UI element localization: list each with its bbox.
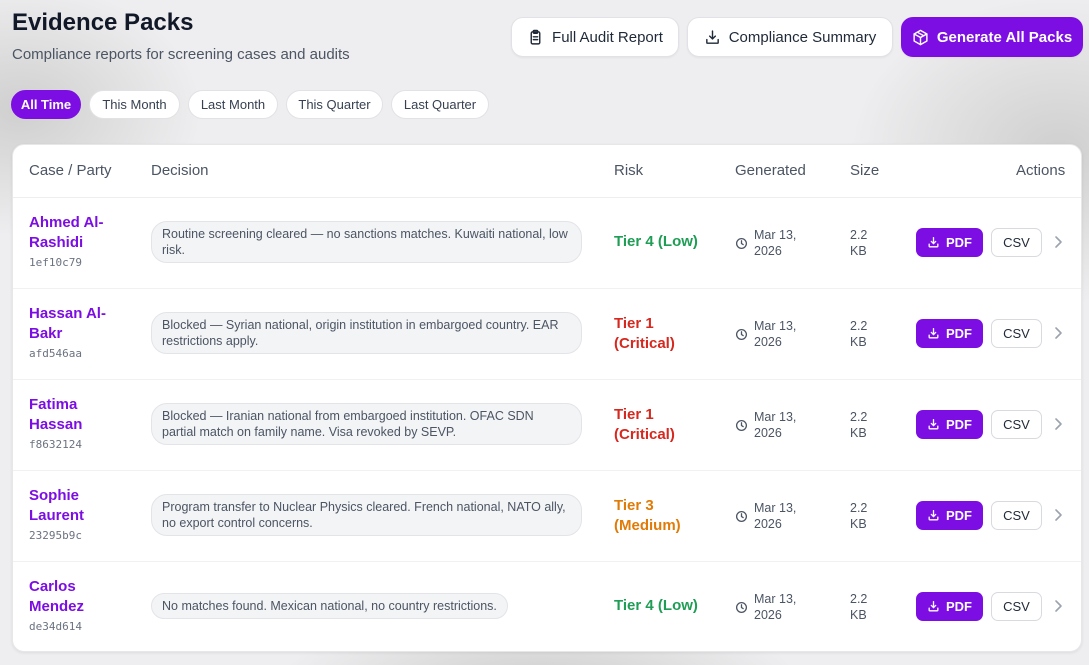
table-row[interactable]: Carlos Mendez de34d614 No matches found. … — [13, 561, 1081, 651]
party-cell: Sophie Laurent 23295b9c — [29, 486, 119, 542]
page-title: Evidence Packs — [12, 9, 194, 36]
package-icon — [913, 29, 928, 45]
risk-badge: Tier 1 (Critical) — [614, 315, 675, 352]
pdf-download-button[interactable]: PDF — [916, 228, 983, 257]
pdf-download-button[interactable]: PDF — [916, 501, 983, 530]
column-header-generated: Generated — [735, 162, 806, 179]
full-audit-report-label: Full Audit Report — [552, 28, 663, 46]
download-icon — [928, 600, 939, 612]
case-id: 23295b9c — [29, 529, 82, 542]
table-row[interactable]: Ahmed Al- Rashidi 1ef10c79 Routine screen… — [13, 197, 1081, 289]
party-cell: Ahmed Al- Rashidi 1ef10c79 — [29, 213, 119, 269]
party-name[interactable]: Ahmed Al- Rashidi — [29, 213, 119, 253]
generated-date: Mar 13, 2026 — [735, 318, 796, 350]
party-cell: Hassan Al- Bakr afd546aa — [29, 304, 119, 360]
csv-download-button[interactable]: CSV — [991, 592, 1042, 621]
generate-all-packs-label: Generate All Packs — [936, 28, 1073, 46]
generated-date: Mar 13, 2026 — [735, 409, 796, 441]
clipboard-icon — [530, 29, 541, 45]
clock-icon — [735, 510, 748, 522]
generate-all-packs-button[interactable]: Generate All Packs — [901, 17, 1083, 57]
chevron-right-icon[interactable] — [1053, 417, 1063, 431]
download-icon — [928, 418, 939, 430]
case-id: f8632124 — [29, 438, 82, 451]
filter-this-quarter[interactable]: This Quarter — [286, 90, 383, 119]
risk-badge: Tier 4 (Low) — [614, 233, 698, 250]
full-audit-report-button[interactable]: Full Audit Report — [511, 17, 679, 57]
page-subtitle: Compliance reports for screening cases a… — [12, 46, 350, 63]
party-name[interactable]: Carlos Mendez — [29, 577, 119, 617]
generated-date: Mar 13, 2026 — [735, 591, 796, 623]
evidence-packs-table: Case / Party Decision Risk Generated Siz… — [12, 144, 1082, 652]
risk-badge: Tier 4 (Low) — [614, 597, 698, 614]
download-icon — [928, 236, 939, 248]
file-size: 2.2 KB — [850, 410, 868, 440]
party-name[interactable]: Fatima Hassan — [29, 395, 119, 435]
party-cell: Fatima Hassan f8632124 — [29, 395, 119, 451]
file-size: 2.2 KB — [850, 228, 868, 258]
file-size: 2.2 KB — [850, 319, 868, 349]
download-icon — [928, 327, 939, 339]
clock-icon — [735, 237, 748, 249]
column-header-decision: Decision — [151, 162, 209, 179]
compliance-summary-label: Compliance Summary — [728, 28, 877, 46]
csv-download-button[interactable]: CSV — [991, 228, 1042, 257]
decision-text: Blocked — Iranian national from embargoe… — [151, 403, 582, 445]
risk-badge: Tier 3 (Medium) — [614, 497, 681, 534]
generated-date: Mar 13, 2026 — [735, 227, 796, 259]
download-icon — [705, 29, 719, 44]
party-cell: Carlos Mendez de34d614 — [29, 577, 119, 633]
decision-text: Routine screening cleared — no sanctions… — [151, 221, 582, 263]
chevron-right-icon[interactable] — [1053, 235, 1063, 249]
column-header-risk: Risk — [614, 162, 644, 179]
filter-this-month[interactable]: This Month — [89, 90, 180, 119]
table-row[interactable]: Sophie Laurent 23295b9c Program transfer … — [13, 470, 1081, 562]
csv-download-button[interactable]: CSV — [991, 410, 1042, 439]
generated-date: Mar 13, 2026 — [735, 500, 796, 532]
pdf-download-button[interactable]: PDF — [916, 410, 983, 439]
decision-text: Program transfer to Nuclear Physics clea… — [151, 494, 582, 536]
table-row[interactable]: Hassan Al- Bakr afd546aa Blocked — Syrian… — [13, 288, 1081, 380]
csv-download-button[interactable]: CSV — [991, 501, 1042, 530]
column-header-actions: Actions — [1016, 162, 1066, 179]
chevron-right-icon[interactable] — [1053, 326, 1063, 340]
decision-text: No matches found. Mexican national, no c… — [151, 593, 508, 619]
risk-badge: Tier 1 (Critical) — [614, 406, 675, 443]
table-row[interactable]: Fatima Hassan f8632124 Blocked — Iranian … — [13, 379, 1081, 471]
decision-text: Blocked — Syrian national, origin instit… — [151, 312, 582, 354]
clock-icon — [735, 419, 748, 431]
clock-icon — [735, 601, 748, 613]
compliance-summary-button[interactable]: Compliance Summary — [687, 17, 893, 57]
party-name[interactable]: Sophie Laurent — [29, 486, 119, 526]
column-header-party: Case / Party — [29, 162, 112, 179]
column-header-size: Size — [850, 162, 880, 179]
clock-icon — [735, 328, 748, 340]
party-name[interactable]: Hassan Al- Bakr — [29, 304, 119, 344]
chevron-right-icon[interactable] — [1053, 599, 1063, 613]
filter-all-time[interactable]: All Time — [11, 90, 81, 119]
chevron-right-icon[interactable] — [1053, 508, 1063, 522]
file-size: 2.2 KB — [850, 592, 868, 622]
case-id: 1ef10c79 — [29, 256, 82, 269]
pdf-download-button[interactable]: PDF — [916, 319, 983, 348]
table-header: Case / Party Decision Risk Generated Siz… — [13, 145, 1081, 198]
filter-last-quarter[interactable]: Last Quarter — [391, 90, 489, 119]
download-icon — [928, 509, 939, 521]
csv-download-button[interactable]: CSV — [991, 319, 1042, 348]
pdf-download-button[interactable]: PDF — [916, 592, 983, 621]
filter-last-month[interactable]: Last Month — [188, 90, 278, 119]
case-id: de34d614 — [29, 620, 82, 633]
file-size: 2.2 KB — [850, 501, 868, 531]
case-id: afd546aa — [29, 347, 82, 360]
